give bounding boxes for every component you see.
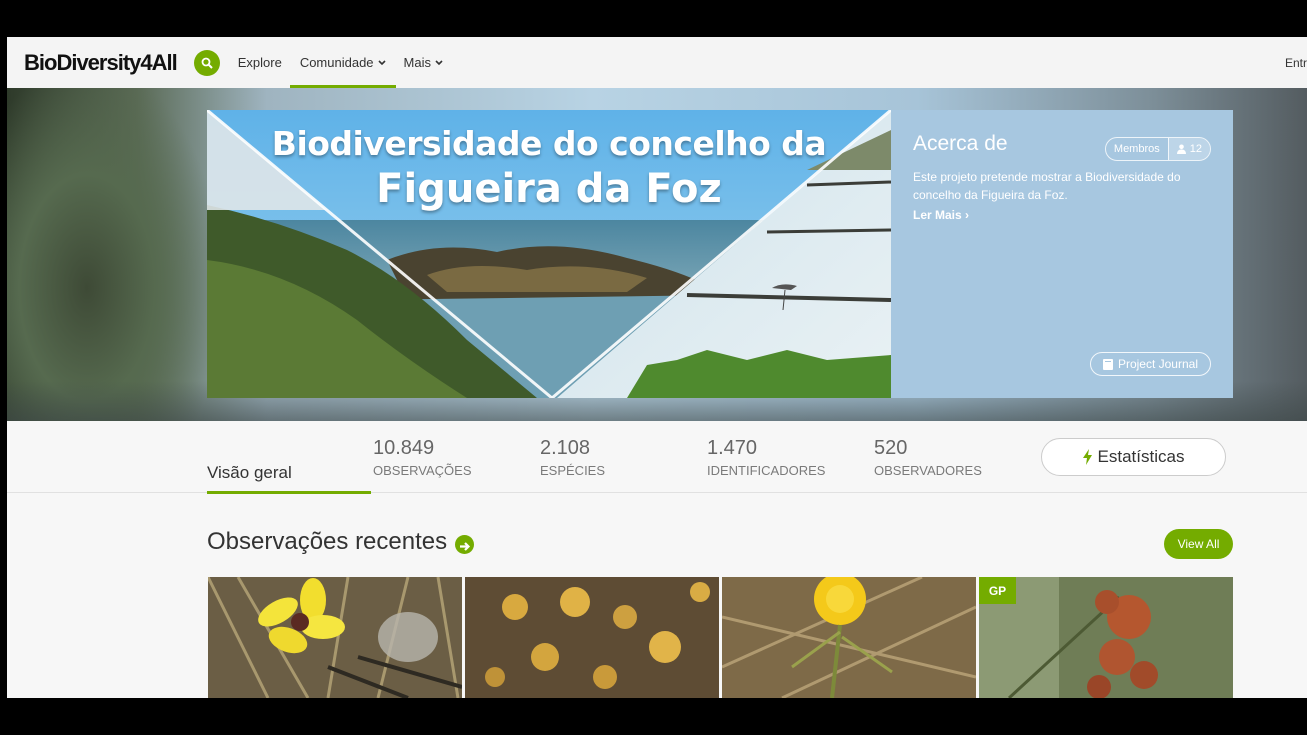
about-description: Este projeto pretende mostrar a Biodiver… xyxy=(913,170,1181,202)
recent-observations-heading[interactable]: Observações recentes xyxy=(207,528,475,556)
browser-viewport: BioDiversity4All Explore Comunidade Mais… xyxy=(7,37,1307,698)
top-navbar: BioDiversity4All Explore Comunidade Mais… xyxy=(7,37,1307,88)
read-more-link[interactable]: Ler Mais › xyxy=(913,208,1211,222)
stat-observations[interactable]: 10.849 Observações xyxy=(373,437,472,478)
stat-species-label: Espécies xyxy=(540,463,606,478)
statistics-label: Estatísticas xyxy=(1097,447,1185,466)
stat-observations-label: Observações xyxy=(373,463,472,478)
observation-image xyxy=(465,577,719,698)
view-all-label: View All xyxy=(1177,537,1220,551)
banner-title-line-2: Figueira da Foz xyxy=(376,166,722,212)
user-icon xyxy=(1176,144,1186,154)
chevron-down-icon xyxy=(377,59,386,65)
observation-image xyxy=(979,577,1233,698)
stat-species-value: 2.108 xyxy=(540,437,591,459)
stat-species[interactable]: 2.108 Espécies xyxy=(540,437,605,478)
nav-mais-label: Mais xyxy=(403,55,431,70)
stat-observers-label: Observadores xyxy=(874,463,982,478)
stat-identifiers-value: 1.470 xyxy=(707,437,758,459)
read-more-label: Ler Mais xyxy=(913,208,962,222)
sign-in-label: Entr xyxy=(1284,55,1307,70)
recent-observations-grid: GP xyxy=(208,577,1233,698)
observation-image xyxy=(208,577,462,698)
nav-explore[interactable]: Explore xyxy=(238,37,282,88)
research-grade-badge: GP xyxy=(979,577,1016,604)
project-banner-image: Biodiversidade do concelho da Figueira d… xyxy=(207,110,891,398)
stat-observations-value: 10.849 xyxy=(373,437,435,459)
chevron-right-icon: › xyxy=(965,208,970,222)
nav-explore-label: Explore xyxy=(237,55,282,70)
project-journal-label: Project Journal xyxy=(1117,357,1198,371)
members-label: Membros xyxy=(1113,143,1160,155)
nav-comunidade-label: Comunidade xyxy=(299,55,374,70)
bolt-icon xyxy=(1082,449,1092,465)
observation-photo[interactable] xyxy=(465,577,719,698)
observation-photo[interactable] xyxy=(722,577,976,698)
search-icon xyxy=(201,57,213,69)
site-logo[interactable]: BioDiversity4All xyxy=(24,50,178,76)
observation-photo[interactable] xyxy=(208,577,462,698)
tab-overview[interactable]: Visão geral xyxy=(207,448,371,494)
search-button[interactable] xyxy=(193,49,220,76)
members-count-badge: 12 xyxy=(1167,138,1210,160)
sign-in-link[interactable]: Entr xyxy=(1285,37,1307,88)
stat-identifiers[interactable]: 1.470 Identificadores xyxy=(707,437,825,478)
nav-mais[interactable]: Mais xyxy=(404,37,443,88)
chevron-down-icon xyxy=(435,59,443,65)
members-button[interactable]: Membros 12 xyxy=(1104,137,1211,161)
recent-observations-title: Observações recentes xyxy=(207,528,448,555)
arrow-right-circle-icon xyxy=(455,534,475,554)
banner-title-line-1: Biodiversidade do concelho da xyxy=(271,124,827,163)
project-stats-bar: Visão geral 10.849 Observações 2.108 Esp… xyxy=(7,421,1307,494)
stat-observers[interactable]: 520 Observadores xyxy=(874,437,982,478)
stat-observers-value: 520 xyxy=(874,437,908,459)
book-icon xyxy=(1102,358,1113,370)
statistics-button[interactable]: Estatísticas xyxy=(1041,438,1226,476)
tab-overview-label: Visão geral xyxy=(207,463,292,482)
members-count: 12 xyxy=(1189,143,1202,155)
observation-image xyxy=(722,577,976,698)
about-panel: Acerca de Membros 12 Este projeto preten… xyxy=(891,110,1233,398)
observation-photo[interactable]: GP xyxy=(979,577,1233,698)
nav-comunidade[interactable]: Comunidade xyxy=(289,37,396,88)
project-hero: Biodiversidade do concelho da Figueira d… xyxy=(7,88,1307,421)
stat-identifiers-label: Identificadores xyxy=(707,463,826,478)
view-all-button[interactable]: View All xyxy=(1164,529,1233,559)
project-journal-button[interactable]: Project Journal xyxy=(1089,352,1211,376)
